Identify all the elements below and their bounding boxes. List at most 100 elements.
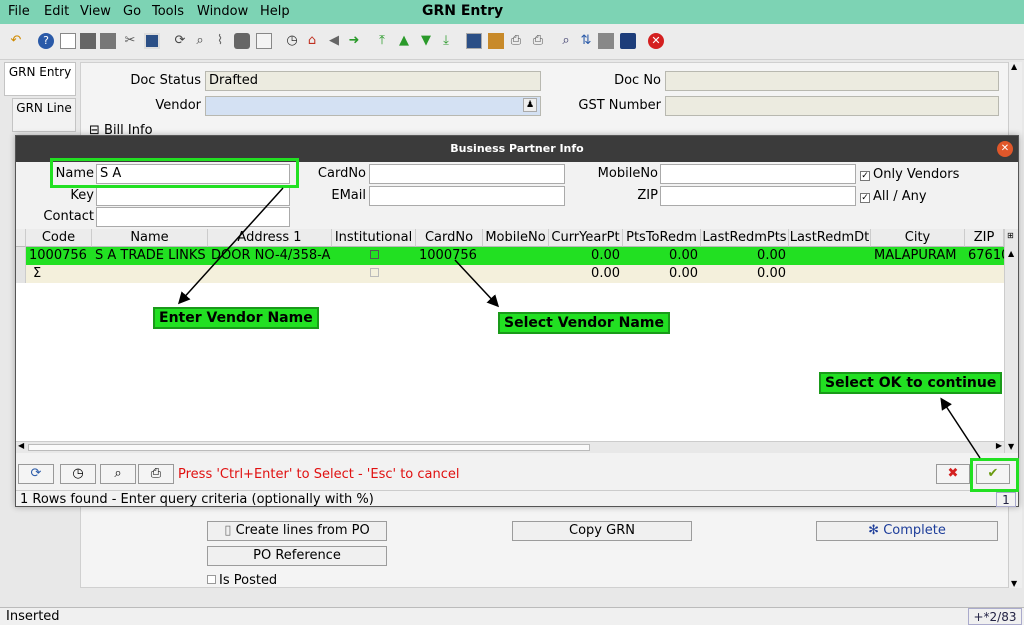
column-header-name[interactable]: Name	[92, 229, 208, 247]
grid-toggle-icon[interactable]	[256, 33, 272, 49]
attachment-icon[interactable]: ⌇	[212, 33, 228, 49]
column-header-zip[interactable]: ZIP	[965, 229, 1004, 247]
cell-mobileno	[483, 247, 549, 265]
cell-institutional[interactable]	[332, 247, 416, 265]
cardno-input[interactable]	[369, 164, 565, 184]
column-header-city[interactable]: City	[871, 229, 965, 247]
detail-icon[interactable]: ➜	[346, 33, 362, 49]
contact-input[interactable]	[96, 207, 290, 227]
scroll-right-icon[interactable]: ▶	[996, 441, 1002, 450]
zoom-across-icon[interactable]: ⌕	[558, 33, 574, 49]
scroll-thumb[interactable]	[28, 444, 590, 451]
delete-selection-icon[interactable]: ✂	[122, 33, 138, 49]
cell-lastredmdt	[789, 247, 871, 265]
column-header-institutional[interactable]: Institutional	[332, 229, 416, 247]
request-icon[interactable]	[598, 33, 614, 49]
menu-view[interactable]: View	[80, 4, 111, 19]
table-vertical-scrollbar[interactable]: ⊞ ▲ ▼	[1004, 229, 1018, 453]
parent-icon[interactable]: ◀	[326, 33, 342, 49]
table-horizontal-scrollbar[interactable]: ◀ ▶	[16, 441, 1004, 453]
column-header-mobileno[interactable]: MobileNo	[483, 229, 549, 247]
all-any-checkbox[interactable]: ✓ All / Any	[860, 189, 927, 204]
refresh-button[interactable]: ⟳	[18, 464, 54, 484]
doc-no-field[interactable]	[665, 71, 999, 91]
column-header-ptstoredm[interactable]: PtsToRedm	[623, 229, 701, 247]
print-button[interactable]: ⎙	[138, 464, 174, 484]
column-header-lastredmpts[interactable]: LastRedmPts	[701, 229, 789, 247]
cancel-button[interactable]: ✖	[936, 464, 970, 484]
exit-icon[interactable]: ✕	[648, 33, 664, 49]
print-icon[interactable]: ⎙	[530, 33, 546, 49]
help-icon[interactable]: ?	[38, 33, 54, 49]
cell-city: MALAPURAM	[874, 248, 957, 263]
complete-label: Complete	[883, 523, 946, 538]
tab-grn-entry[interactable]: GRN Entry	[4, 62, 76, 96]
create-lines-from-po-button[interactable]: ▯ Create lines from PO	[207, 521, 387, 541]
column-menu-icon[interactable]: ⊞	[1007, 231, 1014, 240]
doc-no-label: Doc No	[614, 73, 661, 88]
is-posted-checkbox[interactable]: Is Posted	[207, 573, 277, 588]
menu-window[interactable]: Window	[197, 4, 248, 19]
sum-symbol: Σ	[33, 266, 42, 281]
email-input[interactable]	[369, 186, 565, 206]
first-record-icon[interactable]: ⤒	[374, 33, 390, 49]
row-selector[interactable]	[16, 247, 26, 283]
undo-icon[interactable]: ↶	[8, 33, 24, 49]
dialog-status-text: 1 Rows found - Enter query criteria (opt…	[20, 492, 374, 507]
table-row[interactable]: 1000756 S A TRADE LINKS DOOR NO-4/358-A …	[26, 247, 1004, 265]
zip-input[interactable]	[660, 186, 856, 206]
history-button[interactable]: ◷	[60, 464, 96, 484]
report-icon[interactable]	[466, 33, 482, 49]
scroll-down-icon[interactable]: ▼	[1011, 579, 1017, 588]
scroll-down-icon[interactable]: ▼	[1008, 442, 1014, 451]
menu-file[interactable]: File	[8, 4, 30, 19]
gst-number-label: GST Number	[578, 98, 661, 113]
dialog-close-icon[interactable]: ✕	[997, 141, 1013, 157]
only-vendors-checkbox[interactable]: ✓ Only Vendors	[860, 167, 959, 182]
sum-lastredmpts: 0.00	[757, 266, 786, 281]
zoom-icon: ⌕	[114, 466, 122, 481]
column-header-lastredmdt[interactable]: LastRedmDt	[789, 229, 871, 247]
save-icon[interactable]	[144, 33, 160, 49]
vendor-field[interactable]: ♟	[205, 96, 541, 116]
home-icon[interactable]: ⌂	[304, 33, 320, 49]
gst-number-field[interactable]	[665, 96, 999, 116]
history-icon[interactable]: ◷	[284, 33, 300, 49]
tab-grn-line[interactable]: GRN Line	[12, 98, 76, 132]
archive-icon[interactable]	[488, 33, 504, 49]
menu-go[interactable]: Go	[123, 4, 141, 19]
copy-record-icon[interactable]	[80, 33, 96, 49]
previous-record-icon[interactable]: ▲	[396, 33, 412, 49]
column-header-code[interactable]: Code	[26, 229, 92, 247]
workflow-icon[interactable]: ⇅	[578, 33, 594, 49]
product-info-icon[interactable]	[620, 33, 636, 49]
key-input[interactable]	[96, 186, 290, 206]
print-preview-icon[interactable]: ⎙	[508, 33, 524, 49]
column-header-address[interactable]: Address 1	[208, 229, 332, 247]
chat-icon[interactable]	[234, 33, 250, 49]
next-record-icon[interactable]: ▼	[418, 33, 434, 49]
is-posted-label: Is Posted	[219, 573, 278, 588]
complete-button[interactable]: ✻ Complete	[816, 521, 998, 541]
mobileno-input[interactable]	[660, 164, 856, 184]
vendor-label: Vendor	[155, 98, 201, 113]
find-icon[interactable]: ⌕	[192, 33, 208, 49]
scroll-left-icon[interactable]: ◀	[18, 441, 24, 450]
po-reference-button[interactable]: PO Reference	[207, 546, 387, 566]
delete-icon[interactable]	[100, 33, 116, 49]
checkbox-icon	[369, 250, 379, 259]
menu-edit[interactable]: Edit	[44, 4, 69, 19]
column-header-cardno[interactable]: CardNo	[416, 229, 483, 247]
scroll-up-icon[interactable]: ▲	[1011, 62, 1017, 71]
scroll-up-icon[interactable]: ▲	[1008, 249, 1014, 258]
column-header-curryearpt[interactable]: CurrYearPt	[549, 229, 623, 247]
last-record-icon[interactable]: ⤓	[438, 33, 454, 49]
menu-tools[interactable]: Tools	[152, 4, 184, 19]
zoom-button[interactable]: ⌕	[100, 464, 136, 484]
copy-grn-button[interactable]: Copy GRN	[512, 521, 692, 541]
record-count[interactable]: +*2/83	[968, 608, 1022, 625]
menu-help[interactable]: Help	[260, 4, 290, 19]
vendor-lookup-icon[interactable]: ♟	[523, 98, 537, 112]
new-record-icon[interactable]	[60, 33, 76, 49]
refresh-icon[interactable]: ⟳	[172, 33, 188, 49]
